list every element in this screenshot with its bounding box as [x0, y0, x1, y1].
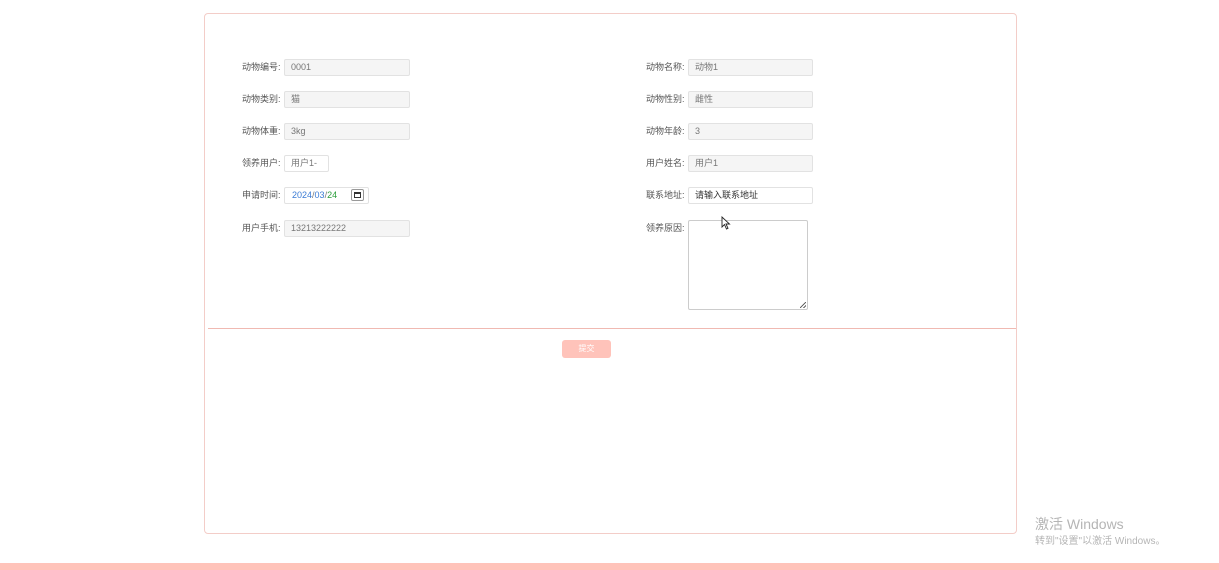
calendar-icon[interactable]: [351, 189, 364, 201]
animal-gender-label: 动物性别:: [646, 94, 685, 104]
apply-time-day[interactable]: 24: [327, 190, 337, 200]
form-divider: [208, 328, 1016, 329]
apply-time-month[interactable]: 03: [315, 190, 325, 200]
adopt-user-label: 领养用户:: [242, 158, 281, 168]
animal-age-field[interactable]: 3: [688, 123, 813, 140]
animal-gender-field[interactable]: 雌性: [688, 91, 813, 108]
adopt-reason-label: 领养原因:: [646, 223, 685, 233]
adopt-reason-textarea[interactable]: [688, 220, 808, 310]
animal-name-label: 动物名称:: [646, 62, 685, 72]
activation-watermark-title: 激活 Windows: [1035, 516, 1124, 532]
animal-id-field[interactable]: 0001: [284, 59, 410, 76]
user-name-field[interactable]: 用户1: [688, 155, 813, 172]
animal-weight-field[interactable]: 3kg: [284, 123, 410, 140]
activation-watermark-subtitle: 转到"设置"以激活 Windows。: [1035, 536, 1166, 547]
adopt-user-select[interactable]: 用户1-: [284, 155, 329, 172]
apply-time-label: 申请时间:: [242, 190, 281, 200]
user-phone-label: 用户手机:: [242, 223, 281, 233]
mouse-pointer-icon: [721, 216, 731, 230]
animal-name-field[interactable]: 动物1: [688, 59, 813, 76]
resize-handle-icon[interactable]: [800, 302, 806, 308]
bottom-bar: [0, 563, 1219, 570]
address-label: 联系地址:: [646, 190, 685, 200]
address-input[interactable]: 请输入联系地址: [688, 187, 813, 204]
animal-category-field[interactable]: 猫: [284, 91, 410, 108]
animal-weight-label: 动物体重:: [242, 126, 281, 136]
animal-category-label: 动物类别:: [242, 94, 281, 104]
animal-age-label: 动物年龄:: [646, 126, 685, 136]
user-phone-field[interactable]: 13213222222: [284, 220, 410, 237]
apply-time-year[interactable]: 2024: [292, 190, 312, 200]
submit-button[interactable]: 提交: [562, 340, 611, 358]
animal-id-label: 动物编号:: [242, 62, 281, 72]
user-name-label: 用户姓名:: [646, 158, 685, 168]
